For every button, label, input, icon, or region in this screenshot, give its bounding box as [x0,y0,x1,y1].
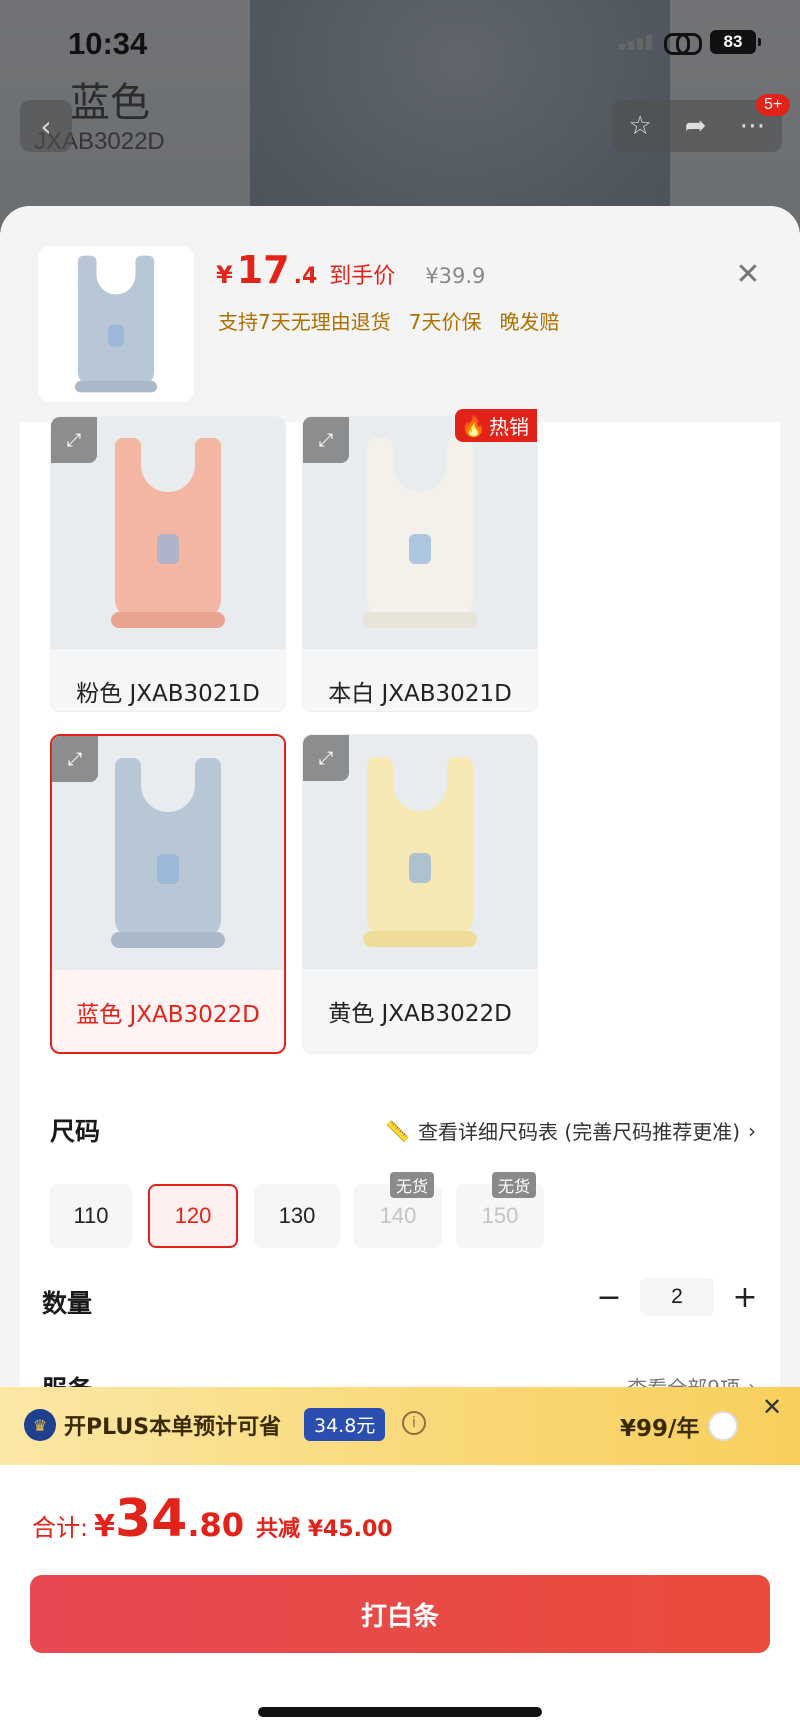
status-icons: 83 [619,30,761,55]
size-title: 尺码 [50,1117,101,1146]
home-indicator[interactable] [258,1707,542,1717]
info-icon[interactable]: i [402,1411,426,1435]
discount-total: 共减 ¥45.00 [256,1517,393,1542]
tank-top-image [93,758,243,948]
tank-top-image [93,438,243,628]
close-icon: ✕ [735,256,761,292]
expand-icon[interactable]: ⤢ [51,417,97,463]
tank-top-image [345,757,495,947]
price-decimal: .4 [293,264,318,289]
size-chart-label: 查看详细尺码表 (完善尺码推荐更准) [418,1120,740,1144]
color-option-blue[interactable]: ⤢ 蓝色 JXAB3022D [50,734,286,1054]
chevron-left-icon: ‹ [40,109,52,143]
color-image: ⤢ [51,417,285,649]
color-label: 蓝色 JXAB3022D [76,1002,260,1028]
quantity-stepper: − 2 + [594,1278,760,1316]
expand-icon[interactable]: ⤢ [52,736,98,782]
price-symbol: ¥ [216,261,233,289]
pay-with-baitiao-button[interactable]: 打白条 [30,1575,770,1653]
signal-icon [619,34,652,50]
quantity-minus-button[interactable]: − [594,1280,624,1315]
size-label: 130 [278,1203,316,1228]
hot-label: 热销 [489,415,529,439]
size-option-140[interactable]: 140 无货 [354,1172,442,1248]
plus-promo-bar[interactable]: ♛ 开PLUS本单预计可省 34.8元 i ¥99/年 ✕ [0,1387,800,1465]
color-image: ⤢ [52,736,284,970]
soldout-badge: 无货 [389,1172,434,1198]
color-label: 本白 JXAB3021D [328,681,512,707]
plus-radio[interactable] [708,1411,738,1441]
color-label: 粉色 JXAB3021D [76,681,260,707]
size-label: 140 [379,1203,417,1228]
price-label: 到手价 [329,264,396,289]
ruler-icon: 📏 [385,1118,411,1143]
quantity-title: 数量 [42,1289,93,1318]
size-label: 150 [481,1203,519,1228]
soldout-badge: 无货 [491,1172,536,1198]
expand-icon[interactable]: ⤢ [303,417,349,463]
price-line: ¥ 17 .4 到手价 ¥39.9 [216,248,485,292]
size-option-150[interactable]: 150 无货 [456,1172,544,1248]
color-option-white[interactable]: 🔥 热销 ⤢ 本白 JXAB3021D [302,409,538,712]
quantity-plus-button[interactable]: + [730,1280,760,1315]
guarantee-item: 晚发赔 [499,310,560,334]
color-image: ⤢ [303,735,537,969]
status-bar: 10:34 83 [0,0,800,90]
plus-price: ¥99/年 [620,1416,700,1442]
star-icon[interactable]: ☆ [628,111,651,141]
original-price: ¥39.9 [425,264,486,288]
size-chart-link[interactable]: 📏 查看详细尺码表 (完善尺码推荐更准) › [385,1116,756,1145]
close-icon: ✕ [761,1393,783,1421]
battery-icon: 83 [710,30,761,54]
quantity-value[interactable]: 2 [640,1278,714,1316]
crown-icon: ♛ [24,1409,56,1441]
color-label: 黄色 JXAB3022D [328,1001,512,1027]
color-option-pink[interactable]: ⤢ 粉色 JXAB3021D [50,416,286,712]
total-label: 合计: [32,1514,89,1542]
more-icon[interactable]: ⋯ [739,111,765,141]
color-option-yellow[interactable]: ⤢ 黄色 JXAB3022D [302,734,538,1054]
total-symbol: ¥ [94,1509,115,1544]
tank-top-image [62,255,170,393]
plus-close-button[interactable]: ✕ [752,1387,792,1427]
total-line: 合计: ¥ 34 .80 共减 ¥45.00 [32,1489,393,1549]
checkout-footer: 合计: ¥ 34 .80 共减 ¥45.00 打白条 [0,1465,800,1731]
guarantees: 支持7天无理由退货 7天价保 晚发赔 [218,306,559,335]
color-image: ⤢ [303,417,537,649]
size-option-110[interactable]: 110 [50,1184,132,1248]
size-option-120[interactable]: 120 [148,1184,238,1248]
size-label: 110 [73,1203,109,1228]
total-integer: 34 [114,1489,188,1549]
close-button[interactable]: ✕ [730,256,766,292]
product-thumbnail [38,246,194,402]
message-badge: 5+ [756,94,791,116]
plus-saving-amount: 34.8元 [304,1408,386,1441]
size-option-130[interactable]: 130 [254,1184,340,1248]
guarantee-item: 支持7天无理由退货 [218,310,391,334]
price-integer: 17 [236,248,290,292]
expand-icon[interactable]: ⤢ [303,735,349,781]
chevron-right-icon: › [748,1118,756,1143]
fire-icon: 🔥 [461,413,486,438]
status-time: 10:34 [68,26,148,61]
size-label: 120 [174,1203,212,1228]
plus-text: 开PLUS本单预计可省 [64,1415,282,1440]
share-icon[interactable]: ➦ [685,111,707,141]
total-decimal: .80 [187,1506,245,1544]
guarantee-item: 7天价保 [408,310,482,334]
link-icon [664,31,702,55]
hot-tag: 🔥 热销 [455,409,537,442]
sheet-header: ¥ 17 .4 到手价 ¥39.9 支持7天无理由退货 7天价保 晚发赔 ✕ [0,206,800,422]
tank-top-image [345,438,495,628]
back-button[interactable]: ‹ [20,100,72,152]
